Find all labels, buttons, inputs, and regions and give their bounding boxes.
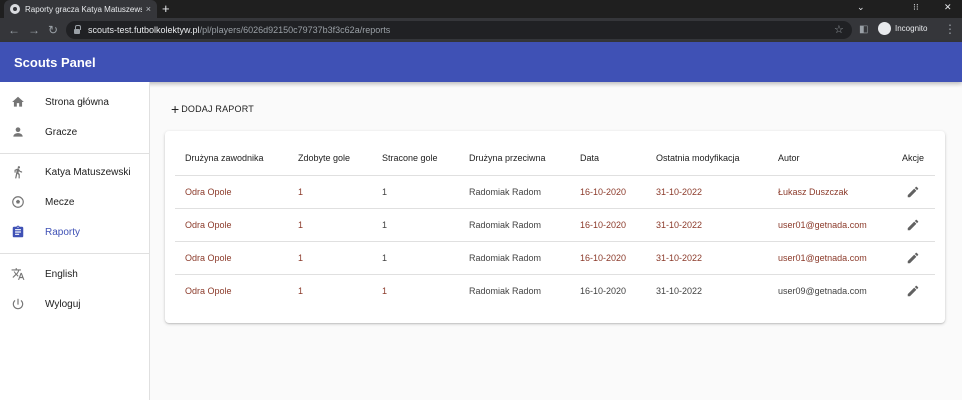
add-report-button[interactable]: + DODAJ RAPORT <box>171 100 254 118</box>
sidebar-item-language[interactable]: English <box>0 259 149 289</box>
cell-opponent: Radomiak Radom <box>469 286 542 296</box>
divider <box>0 253 149 254</box>
browser-tab-title: Raporty gracza Katya Matuszewski <box>25 4 142 14</box>
cell-last-modified: 31-10-2022 <box>656 187 703 197</box>
sidebar-item-label: Katya Matuszewski <box>45 166 131 178</box>
incognito-label: Incognito <box>895 24 928 33</box>
close-tab-icon[interactable]: × <box>146 4 151 14</box>
edit-icon[interactable] <box>906 185 920 199</box>
lock-icon <box>74 25 81 34</box>
translate-icon <box>10 266 26 282</box>
sidebar-item-reports[interactable]: Raporty <box>0 217 149 247</box>
column-header-goals-conceded[interactable]: Stracone gole <box>382 153 438 163</box>
app-title: Scouts Panel <box>14 54 96 70</box>
column-header-opponent[interactable]: Drużyna przeciwna <box>469 153 546 163</box>
cell-goals-conceded: 1 <box>382 253 388 263</box>
sidebar: Strona główna Gracze Katya Matuszewski M… <box>0 82 150 400</box>
edit-icon[interactable] <box>906 251 920 265</box>
address-bar[interactable]: scouts-test.futbolkolektyw.pl/pl/players… <box>66 21 852 39</box>
cell-team: Odra Opole <box>185 286 232 296</box>
browser-tab-bar: Raporty gracza Katya Matuszewski × + ⌄ ⁝… <box>0 0 962 18</box>
sidebar-item-label: Wyloguj <box>45 298 81 310</box>
column-header-team[interactable]: Drużyna zawodnika <box>185 153 264 163</box>
sidebar-item-label: Raporty <box>45 226 81 238</box>
cell-goals-scored: 1 <box>298 187 304 197</box>
app-header: Scouts Panel <box>0 42 962 82</box>
cell-goals-scored: 1 <box>298 253 304 263</box>
home-icon <box>10 94 26 110</box>
cell-goals-scored: 1 <box>298 220 304 230</box>
sidebar-item-logout[interactable]: Wyloguj <box>0 289 149 319</box>
cell-opponent: Radomiak Radom <box>469 220 542 230</box>
column-header-date[interactable]: Data <box>580 153 599 163</box>
cell-goals-conceded: 1 <box>382 220 388 230</box>
column-header-actions: Akcje <box>902 153 925 163</box>
sidebar-item-label: Mecze <box>45 196 75 208</box>
new-tab-button[interactable]: + <box>162 1 170 17</box>
sidebar-item-player[interactable]: Katya Matuszewski <box>0 157 149 187</box>
cell-author: user01@getnada.com <box>778 220 867 230</box>
table-row[interactable]: Odra Opole 1 1 Radomiak Radom 16-10-2020… <box>175 274 935 307</box>
soccer-ball-icon <box>10 194 26 210</box>
reports-table: Drużyna zawodnika Zdobyte gole Stracone … <box>165 131 945 323</box>
cell-team: Odra Opole <box>185 220 232 230</box>
cell-author: user09@getnada.com <box>778 286 867 296</box>
browser-tab[interactable]: Raporty gracza Katya Matuszewski × <box>4 0 157 18</box>
person-icon <box>10 124 26 140</box>
column-header-last-modified[interactable]: Ostatnia modyfikacja <box>656 153 740 163</box>
cell-goals-conceded: 1 <box>382 187 388 197</box>
clipboard-icon <box>10 224 26 240</box>
table-row[interactable]: Odra Opole 1 1 Radomiak Radom 16-10-2020… <box>175 175 935 208</box>
cell-opponent: Radomiak Radom <box>469 187 542 197</box>
sidebar-item-label: English <box>45 268 78 280</box>
menu-icon[interactable]: ⋮ <box>944 21 956 37</box>
cell-team: Odra Opole <box>185 253 232 263</box>
edit-icon[interactable] <box>906 284 920 298</box>
close-window-icon[interactable]: ✕ <box>944 2 952 13</box>
power-icon <box>10 296 26 312</box>
side-panel-icon[interactable]: ◧ <box>859 22 868 38</box>
url-host: scouts-test.futbolkolektyw.pl <box>88 25 200 35</box>
forward-icon[interactable]: → <box>28 22 40 38</box>
url-path: /pl/players/6026d92150c79737b3f3c62a/rep… <box>199 25 391 35</box>
browser-toolbar: ← → ↻ scouts-test.futbolkolektyw.pl/pl/p… <box>0 18 962 42</box>
cell-last-modified: 31-10-2022 <box>656 286 703 296</box>
running-icon <box>10 164 26 180</box>
cell-team: Odra Opole <box>185 187 232 197</box>
divider <box>0 153 149 154</box>
add-report-label: DODAJ RAPORT <box>181 104 254 114</box>
plus-icon: + <box>171 101 180 117</box>
reload-icon[interactable]: ↻ <box>48 22 58 38</box>
globe-icon <box>10 4 20 14</box>
cell-date: 16-10-2020 <box>580 286 627 296</box>
cell-last-modified: 31-10-2022 <box>656 253 703 263</box>
column-header-goals-scored[interactable]: Zdobyte gole <box>298 153 350 163</box>
cell-goals-conceded: 1 <box>382 286 388 296</box>
cell-date: 16-10-2020 <box>580 187 627 197</box>
table-row[interactable]: Odra Opole 1 1 Radomiak Radom 16-10-2020… <box>175 208 935 241</box>
back-icon[interactable]: ← <box>8 22 20 38</box>
cell-author: Łukasz Duszczak <box>778 187 849 197</box>
sidebar-item-label: Strona główna <box>45 96 109 108</box>
sidebar-item-label: Gracze <box>45 126 78 138</box>
sidebar-item-players[interactable]: Gracze <box>0 117 149 147</box>
chevron-down-icon[interactable]: ⌄ <box>857 2 865 13</box>
sidebar-item-matches[interactable]: Mecze <box>0 187 149 217</box>
column-header-author[interactable]: Autor <box>778 153 800 163</box>
cell-date: 16-10-2020 <box>580 220 627 230</box>
incognito-profile[interactable]: Incognito <box>878 22 927 35</box>
incognito-icon <box>878 22 891 35</box>
url-text: scouts-test.futbolkolektyw.pl/pl/players… <box>88 25 390 35</box>
table-row[interactable]: Odra Opole 1 1 Radomiak Radom 16-10-2020… <box>175 241 935 274</box>
edit-icon[interactable] <box>906 218 920 232</box>
sidebar-item-home[interactable]: Strona główna <box>0 87 149 117</box>
cell-opponent: Radomiak Radom <box>469 253 542 263</box>
cell-date: 16-10-2020 <box>580 253 627 263</box>
minimize-icon[interactable]: ⁝⁝ <box>913 2 919 13</box>
cell-goals-scored: 1 <box>298 286 304 296</box>
star-icon[interactable]: ☆ <box>834 22 844 38</box>
cell-last-modified: 31-10-2022 <box>656 220 703 230</box>
cell-author: user01@getnada.com <box>778 253 867 263</box>
